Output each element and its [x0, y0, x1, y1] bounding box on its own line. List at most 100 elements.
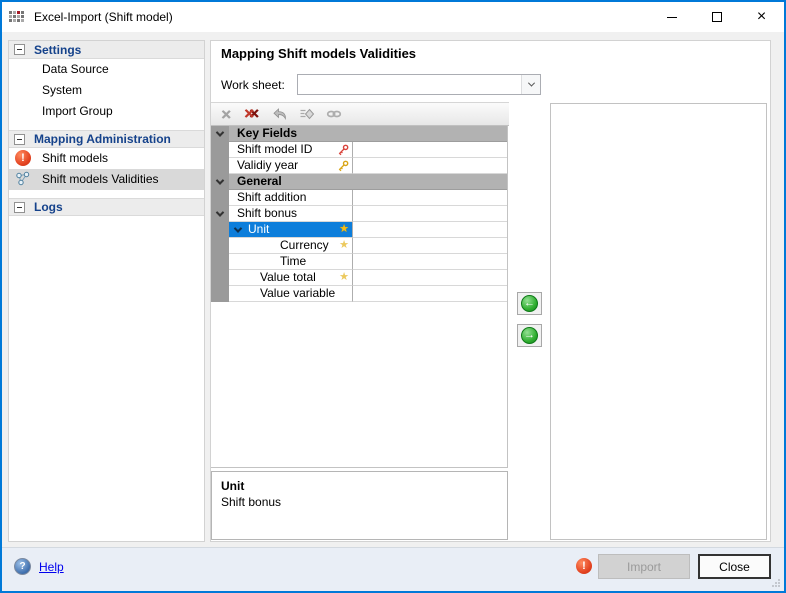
auto-map-button[interactable] — [298, 105, 316, 123]
arrow-right-icon: → — [521, 327, 538, 344]
field-label: Validiy year — [237, 158, 298, 173]
star-icon: ★ — [339, 239, 349, 252]
star-icon: ★ — [339, 223, 349, 236]
selection-title: Unit — [221, 479, 498, 493]
map-right-button[interactable]: → — [517, 324, 542, 347]
selection-info-box: Unit Shift bonus — [211, 471, 508, 540]
dialog-window: Excel-Import (Shift model) × Settings Da… — [0, 0, 786, 593]
field-label: Unit — [248, 222, 269, 237]
star-icon: ★ — [339, 271, 349, 284]
delete-all-mappings-button[interactable]: × × — [244, 105, 262, 123]
undo-button[interactable] — [271, 105, 289, 123]
collapse-icon[interactable] — [14, 134, 25, 145]
worksheet-select[interactable] — [297, 74, 541, 95]
tree-group-row[interactable]: General — [211, 174, 507, 190]
error-icon: ! — [15, 150, 31, 166]
tree-row[interactable]: Value variable — [211, 286, 507, 302]
row-gutter[interactable] — [211, 126, 229, 142]
tree-row[interactable]: Currency ★ — [211, 238, 507, 254]
mapping-value-cell[interactable] — [353, 158, 507, 174]
footer: ? Help ! Import Close — [2, 547, 784, 591]
field-label: Shift addition — [237, 190, 306, 205]
worksheet-dropdown-button[interactable] — [521, 75, 540, 94]
sidebar-item-shift-models[interactable]: ! Shift models — [9, 148, 204, 169]
sidebar-item-label: Shift models Validities — [42, 172, 159, 186]
group-label: Key Fields — [229, 126, 507, 142]
chevron-down-icon — [527, 80, 534, 87]
sidebar: Settings Data Source System Import Group… — [8, 40, 205, 542]
minimize-button[interactable] — [649, 2, 694, 32]
help-link[interactable]: Help — [39, 560, 64, 574]
sidebar-item-data-source[interactable]: Data Source — [9, 59, 204, 80]
group-label: General — [229, 174, 507, 190]
validation-error-icon: ! — [576, 558, 592, 574]
arrow-left-icon: ← — [521, 295, 538, 312]
collapse-icon[interactable] — [14, 44, 25, 55]
mapping-value-cell[interactable] — [353, 254, 507, 270]
delete-mapping-button[interactable]: × — [217, 105, 235, 123]
collapse-icon[interactable] — [14, 202, 25, 213]
mapping-value-cell[interactable] — [353, 142, 507, 158]
tree-group-row[interactable]: Key Fields — [211, 126, 507, 142]
field-label: Time — [280, 254, 306, 269]
mapping-value-cell[interactable] — [353, 190, 507, 206]
window-title: Excel-Import (Shift model) — [34, 10, 173, 24]
sidebar-section-label: Logs — [34, 200, 63, 214]
field-label: Shift bonus — [237, 206, 297, 221]
chevron-down-icon — [216, 176, 224, 184]
worksheet-columns-list[interactable] — [550, 103, 767, 540]
tree-row[interactable]: Shift addition — [211, 190, 507, 206]
page-title: Mapping Shift models Validities — [221, 46, 416, 61]
worksheet-label: Work sheet: — [221, 78, 285, 92]
sidebar-item-system[interactable]: System — [9, 80, 204, 101]
close-button[interactable]: Close — [698, 554, 771, 579]
tree-row[interactable]: Time — [211, 254, 507, 270]
maximize-button[interactable] — [694, 2, 739, 32]
worksheet-select-value — [298, 75, 521, 94]
tree-row[interactable]: Validiy year — [211, 158, 507, 174]
sidebar-section-label: Settings — [34, 43, 81, 57]
sidebar-section-settings[interactable]: Settings — [9, 41, 204, 59]
map-left-button[interactable]: ← — [517, 292, 542, 315]
sidebar-item-import-group[interactable]: Import Group — [9, 101, 204, 122]
sidebar-item-label: Shift models — [42, 151, 108, 165]
undo-icon — [272, 106, 288, 122]
field-label: Shift model ID — [237, 142, 312, 157]
tree-row-selected[interactable]: Unit ★ — [211, 222, 507, 238]
help-icon: ? — [14, 558, 31, 575]
title-bar: Excel-Import (Shift model) × — [2, 2, 784, 32]
mapping-value-cell[interactable] — [353, 206, 507, 222]
tree-row[interactable]: Shift model ID — [211, 142, 507, 158]
import-button[interactable]: Import — [598, 554, 690, 579]
app-icon — [9, 11, 26, 24]
main-panel: Mapping Shift models Validities Work she… — [210, 40, 771, 542]
window-controls: × — [649, 2, 784, 32]
nodes-icon — [15, 171, 31, 187]
sidebar-section-logs[interactable]: Logs — [9, 198, 204, 216]
mapping-tree: Key Fields Shift model ID Validiy year G… — [211, 126, 508, 468]
selection-subtitle: Shift bonus — [221, 495, 281, 509]
chevron-down-icon — [216, 208, 224, 216]
key-red-icon — [337, 144, 349, 156]
mapping-value-cell[interactable] — [353, 222, 507, 238]
link-icon — [326, 106, 342, 122]
field-label: Value total — [260, 270, 316, 285]
delete-icon: × — [221, 106, 231, 123]
row-gutter[interactable] — [211, 206, 229, 222]
close-window-button[interactable]: × — [739, 2, 784, 32]
mapping-value-cell[interactable] — [353, 270, 507, 286]
chevron-down-icon — [216, 128, 224, 136]
tree-row[interactable]: Shift bonus — [211, 206, 507, 222]
sidebar-section-mapping-administration[interactable]: Mapping Administration — [9, 130, 204, 148]
link-button[interactable] — [325, 105, 343, 123]
field-label: Value variable — [260, 286, 335, 301]
key-gold-icon — [337, 160, 349, 172]
resize-grip[interactable] — [771, 578, 781, 588]
tree-row[interactable]: Value total ★ — [211, 270, 507, 286]
row-gutter[interactable] — [211, 174, 229, 190]
sidebar-section-label: Mapping Administration — [34, 132, 171, 146]
sidebar-item-shift-models-validities[interactable]: Shift models Validities — [9, 169, 204, 190]
mapping-value-cell[interactable] — [353, 238, 507, 254]
mapping-value-cell[interactable] — [353, 286, 507, 302]
auto-map-icon — [299, 106, 315, 122]
